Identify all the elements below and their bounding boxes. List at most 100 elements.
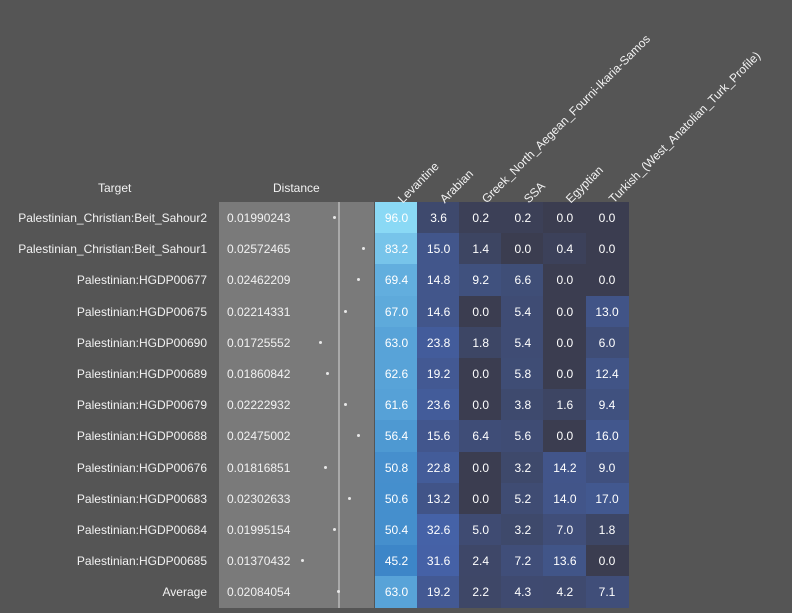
distance-dot bbox=[325, 372, 329, 375]
value-cell: 50.6 bbox=[375, 482, 418, 515]
row-target-label: Palestinian_Christian:Beit_Sahour1 bbox=[18, 242, 207, 257]
value-cell: 3.6 bbox=[417, 202, 461, 234]
distance-dot bbox=[332, 528, 336, 531]
row-target-label: Palestinian:HGDP00690 bbox=[76, 335, 207, 350]
value-cell: 0.0 bbox=[585, 264, 629, 297]
value-cell: 62.6 bbox=[375, 358, 418, 390]
distance-column-header: Distance bbox=[273, 181, 320, 195]
value-cell: 7.2 bbox=[501, 545, 545, 578]
value-cell: 83.2 bbox=[375, 233, 418, 266]
value-cell: 32.6 bbox=[417, 514, 461, 546]
column-header: Turkish_(West_Anatolian_Turk_Profile) bbox=[605, 48, 763, 206]
row-distance-value: 0.02462209 bbox=[227, 273, 291, 288]
value-cell: 61.6 bbox=[375, 389, 418, 422]
row-distance-value: 0.01860842 bbox=[227, 367, 291, 381]
row-target-label: Palestinian:HGDP00689 bbox=[76, 367, 207, 381]
value-cell: 50.4 bbox=[375, 514, 418, 546]
value-cell: 31.6 bbox=[417, 545, 461, 578]
row-target-label: Palestinian:HGDP00688 bbox=[76, 429, 207, 444]
value-cell: 9.0 bbox=[585, 451, 629, 484]
value-cell: 0.0 bbox=[585, 202, 629, 234]
value-cell: 5.8 bbox=[501, 358, 545, 390]
value-cell: 1.4 bbox=[459, 233, 503, 266]
value-cell: 0.0 bbox=[459, 482, 503, 515]
value-cell: 6.4 bbox=[459, 420, 503, 453]
row-distance-value: 0.02302633 bbox=[227, 491, 291, 506]
row-target-label: Palestinian:HGDP00676 bbox=[76, 460, 207, 475]
row-target-label: Palestinian:HGDP00684 bbox=[76, 523, 207, 537]
value-cell: 13.0 bbox=[585, 295, 629, 328]
value-cell: 12.4 bbox=[585, 358, 629, 390]
value-cell: 3.2 bbox=[501, 451, 545, 484]
row-distance-value: 0.02214331 bbox=[227, 304, 291, 319]
value-cell: 5.2 bbox=[501, 482, 545, 515]
column-header: Egyptian bbox=[563, 162, 607, 206]
value-cell: 23.6 bbox=[417, 389, 461, 422]
value-cell: 50.8 bbox=[375, 451, 418, 484]
row-target-label: Palestinian:HGDP00679 bbox=[76, 398, 207, 413]
value-cell: 0.0 bbox=[459, 389, 503, 422]
value-cell: 0.2 bbox=[459, 202, 503, 234]
value-cell: 9.4 bbox=[585, 389, 629, 422]
target-column-header: Target bbox=[98, 181, 132, 195]
value-cell: 3.8 bbox=[501, 389, 545, 422]
value-cell: 5.6 bbox=[501, 420, 545, 453]
row-target-label: Palestinian:HGDP00677 bbox=[76, 273, 207, 288]
value-cell: 56.4 bbox=[375, 420, 418, 453]
value-cell: 1.6 bbox=[543, 389, 587, 422]
value-cell: 63.0 bbox=[375, 326, 418, 359]
value-cell: 3.2 bbox=[501, 514, 545, 546]
value-cell: 5.0 bbox=[459, 514, 503, 546]
row-distance-value: 0.02572465 bbox=[227, 242, 291, 257]
row-distance-value: 0.01990243 bbox=[227, 211, 291, 225]
row-distance-value: 0.01370432 bbox=[227, 554, 291, 569]
value-cell: 0.0 bbox=[459, 358, 503, 390]
row-distance-value: 0.02475002 bbox=[227, 429, 291, 444]
row-distance-value: 0.01816851 bbox=[227, 460, 291, 475]
value-cell: 19.2 bbox=[417, 576, 461, 609]
column-header: Levantine bbox=[395, 159, 442, 206]
distance-dot bbox=[343, 309, 347, 313]
value-cell: 9.2 bbox=[459, 264, 503, 297]
value-cell: 4.2 bbox=[543, 576, 587, 609]
value-cell: 14.8 bbox=[417, 264, 461, 297]
row-distance-value: 0.02222932 bbox=[227, 398, 291, 413]
row-distance-value: 0.01995154 bbox=[227, 523, 291, 537]
value-cell: 96.0 bbox=[375, 202, 418, 234]
row-target-label: Palestinian:HGDP00675 bbox=[76, 304, 207, 319]
value-cell: 22.8 bbox=[417, 451, 461, 484]
value-cell: 17.0 bbox=[585, 482, 629, 515]
value-cell: 7.1 bbox=[585, 576, 629, 609]
value-cell: 0.0 bbox=[459, 451, 503, 484]
value-cell: 16.0 bbox=[585, 420, 629, 453]
value-cell: 0.0 bbox=[543, 358, 587, 390]
distance-axis-line bbox=[338, 202, 340, 608]
value-cell: 69.4 bbox=[375, 264, 418, 297]
row-distance-value: 0.01725552 bbox=[227, 335, 291, 350]
column-header: Arabian bbox=[437, 166, 477, 206]
value-cell: 7.0 bbox=[543, 514, 587, 546]
value-cell: 0.0 bbox=[543, 420, 587, 453]
value-cell: 6.0 bbox=[585, 326, 629, 359]
value-cell: 14.6 bbox=[417, 295, 461, 328]
value-cell: 5.4 bbox=[501, 326, 545, 359]
value-cell: 23.8 bbox=[417, 326, 461, 359]
value-cell: 2.4 bbox=[459, 545, 503, 578]
value-cell: 4.3 bbox=[501, 576, 545, 609]
value-cell: 5.4 bbox=[501, 295, 545, 328]
row-target-label: Palestinian:HGDP00683 bbox=[76, 491, 207, 506]
value-cell: 13.6 bbox=[543, 545, 587, 578]
value-cell: 2.2 bbox=[459, 576, 503, 609]
value-cell: 15.6 bbox=[417, 420, 461, 453]
distance-dot bbox=[332, 216, 336, 219]
value-cell: 0.0 bbox=[585, 545, 629, 578]
value-cell: 19.2 bbox=[417, 358, 461, 390]
distance-dot bbox=[323, 465, 327, 469]
value-cell: 0.0 bbox=[543, 326, 587, 359]
value-cell: 1.8 bbox=[585, 514, 629, 546]
value-cell: 1.8 bbox=[459, 326, 503, 359]
value-cell: 0.0 bbox=[501, 233, 545, 266]
value-cell: 0.0 bbox=[543, 295, 587, 328]
value-cell: 63.0 bbox=[375, 576, 418, 609]
value-cell: 45.2 bbox=[375, 545, 418, 578]
